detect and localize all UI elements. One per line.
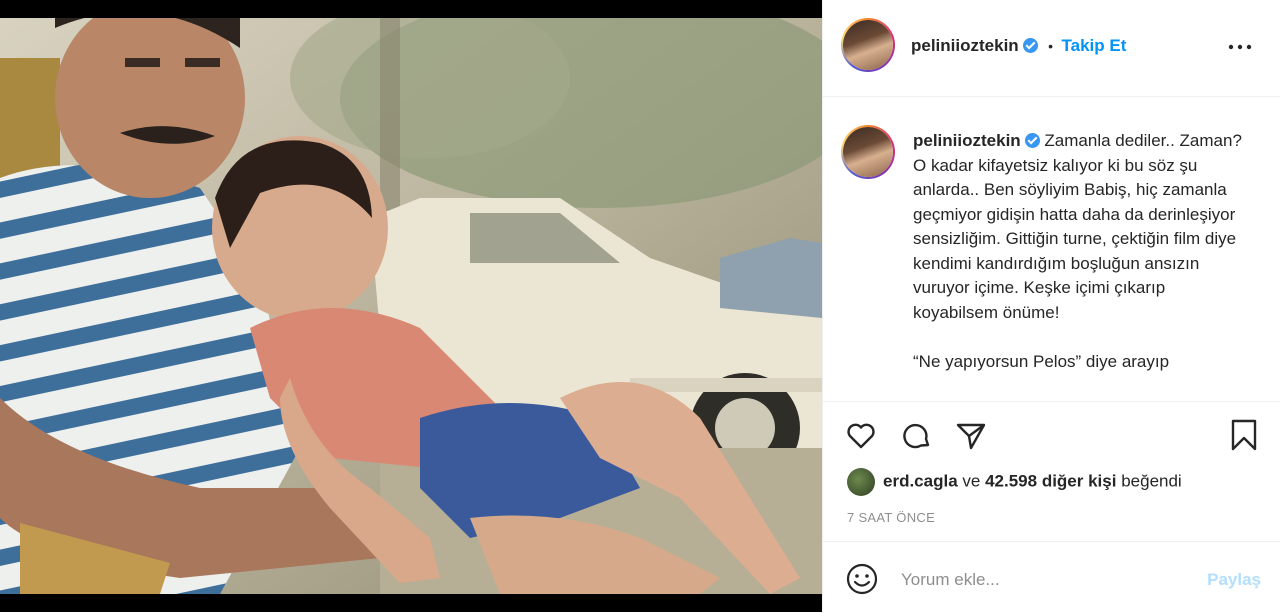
post-timestamp[interactable]: 7 SAAT ÖNCE (847, 510, 935, 525)
share-icon[interactable] (955, 420, 987, 452)
emoji-icon[interactable] (845, 562, 879, 596)
follow-button[interactable]: Takip Et (1062, 36, 1127, 55)
header-username[interactable]: peliniioztekin (911, 36, 1019, 55)
liker-avatar[interactable] (847, 468, 875, 496)
avatar[interactable] (841, 18, 895, 72)
caption-username[interactable]: peliniioztekin (913, 131, 1021, 150)
caption-avatar-image (843, 127, 893, 177)
caption-area: peliniioztekin Zamanla dediler.. Zaman? … (823, 97, 1280, 401)
post-media[interactable] (0, 0, 822, 612)
likes-row: erd.cagla ve 42.598 diğer kişi beğendi (847, 468, 1182, 496)
share-comment-button[interactable]: Paylaş (1207, 570, 1261, 590)
liker-username[interactable]: erd.cagla (883, 471, 958, 490)
comment-bar: Paylaş (823, 541, 1280, 613)
bookmark-icon[interactable] (1229, 418, 1259, 452)
likes-connector: ve (962, 471, 981, 491)
comment-icon[interactable] (901, 420, 933, 452)
verified-icon (1022, 38, 1038, 53)
caption-verified-icon (1024, 133, 1040, 148)
caption-avatar[interactable] (841, 125, 895, 179)
photo-illustration (0, 18, 822, 594)
likes-count[interactable]: 42.598 diğer kişi (985, 471, 1116, 490)
header-dot: • (1048, 38, 1054, 54)
heart-icon[interactable] (845, 420, 877, 452)
post-actions: erd.cagla ve 42.598 diğer kişi beğendi 7… (823, 401, 1280, 525)
comment-input[interactable] (899, 564, 1183, 596)
post-photo[interactable] (0, 18, 822, 594)
avatar-image (843, 20, 893, 70)
likes-suffix: beğendi (1121, 471, 1182, 491)
caption-text: Zamanla dediler.. Zaman? O kadar kifayet… (913, 131, 1242, 371)
post-header: peliniioztekin • Takip Et (823, 0, 1280, 97)
header-user-line: peliniioztekin • Takip Et (911, 36, 1126, 58)
post-sidebar: peliniioztekin • Takip Et peliniioztekin… (822, 0, 1280, 612)
caption: peliniioztekin Zamanla dediler.. Zaman? … (913, 129, 1253, 374)
more-horizontal-icon[interactable] (1227, 40, 1253, 54)
